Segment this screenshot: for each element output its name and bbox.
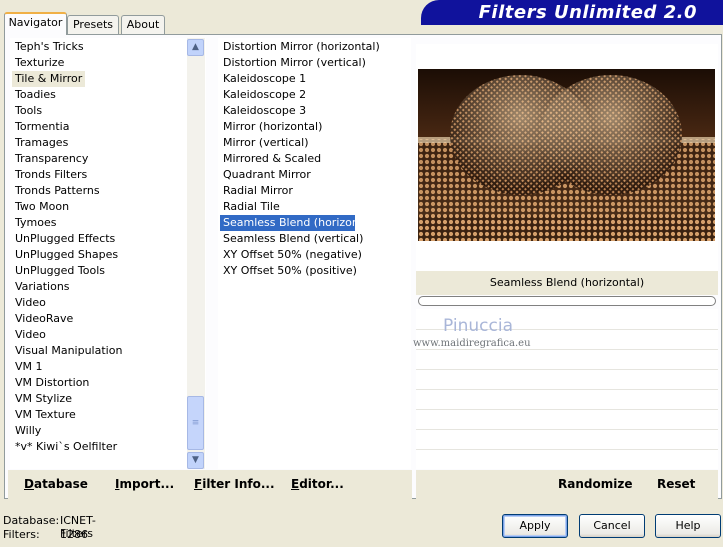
filter-item[interactable]: XY Offset 50% (positive) (220, 263, 360, 279)
help-button[interactable]: Help (655, 514, 721, 538)
control-row (416, 449, 718, 469)
randomize-button[interactable]: Randomize (558, 470, 632, 499)
filter-item[interactable]: XY Offset 50% (negative) (220, 247, 365, 263)
category-item[interactable]: UnPlugged Shapes (12, 247, 121, 263)
scroll-down-button[interactable]: ▼ (187, 452, 204, 469)
category-item[interactable]: VM 1 (12, 359, 46, 375)
database-info: Database: ICNET-Filters (3, 514, 96, 540)
filter-item[interactable]: Seamless Blend (vertical) (220, 231, 366, 247)
category-item[interactable]: Video (12, 295, 49, 311)
category-item[interactable]: VM Texture (12, 407, 79, 423)
preview-filter-name: Seamless Blend (horizontal) (416, 271, 718, 295)
control-row (416, 349, 718, 369)
scroll-up-button[interactable]: ▲ (187, 39, 204, 56)
filter-list[interactable]: Distortion Mirror (horizontal) Distortion… (218, 38, 411, 469)
category-item[interactable]: VM Distortion (12, 375, 92, 391)
category-list[interactable]: Teph's Tricks Texturize Tile & Mirror Toadi… (10, 38, 206, 469)
filter-item[interactable]: Radial Mirror (220, 183, 296, 199)
category-item[interactable]: Tronds Patterns (12, 183, 103, 199)
database-button[interactable]: Database (24, 470, 88, 499)
database-label: Database: (3, 514, 60, 527)
filter-item[interactable]: Quadrant Mirror (220, 167, 314, 183)
category-item[interactable]: Tormentia (12, 119, 72, 135)
filter-item[interactable]: Kaleidoscope 2 (220, 87, 309, 103)
category-item[interactable]: Tile & Mirror (12, 71, 86, 87)
category-item[interactable]: VideoRave (12, 311, 76, 327)
preview-image (418, 69, 715, 241)
app-title: Filters Unlimited 2.0 (478, 2, 697, 23)
category-item[interactable]: Two Moon (12, 199, 72, 215)
title-banner: Filters Unlimited 2.0 (421, 0, 723, 25)
cancel-button[interactable]: Cancel (579, 514, 645, 538)
filter-item[interactable]: Seamless Blend (horizontal) (220, 215, 377, 231)
category-item[interactable]: Tronds Filters (12, 167, 90, 183)
category-item[interactable]: Video (12, 327, 49, 343)
filters-info: Filters: 1286 (3, 528, 88, 541)
tab-navigator[interactable]: Navigator (4, 12, 67, 35)
tab-about[interactable]: About (121, 15, 165, 34)
tab-presets[interactable]: Presets (67, 15, 119, 34)
category-scrollbar[interactable]: ▲ ≡ ▼ (187, 38, 205, 469)
progress-bar (418, 296, 716, 306)
apply-button[interactable]: Apply (502, 514, 568, 538)
category-item[interactable]: Willy (12, 423, 44, 439)
control-row (416, 389, 718, 409)
filter-item[interactable]: Mirror (vertical) (220, 135, 312, 151)
watermark-name: Pinuccia (443, 316, 513, 336)
category-item[interactable]: Tools (12, 103, 45, 119)
category-item[interactable]: UnPlugged Effects (12, 231, 118, 247)
category-item[interactable]: Variations (12, 279, 73, 295)
category-item[interactable]: UnPlugged Tools (12, 263, 108, 279)
control-row (416, 369, 718, 389)
left-toolbar: Database Import... Filter Info... Editor… (8, 470, 412, 499)
filters-count: 1286 (60, 528, 88, 541)
filter-item[interactable]: Mirror (horizontal) (220, 119, 325, 135)
filter-item[interactable]: Distortion Mirror (horizontal) (220, 39, 383, 55)
category-item[interactable]: Texturize (12, 55, 67, 71)
reset-button[interactable]: Reset (657, 470, 695, 499)
control-row (416, 429, 718, 449)
category-item[interactable]: Tramages (12, 135, 71, 151)
editor-button[interactable]: Editor... (291, 470, 344, 499)
filter-item[interactable]: Distortion Mirror (vertical) (220, 55, 369, 71)
filter-item[interactable]: Kaleidoscope 3 (220, 103, 309, 119)
scroll-thumb[interactable]: ≡ (187, 396, 204, 450)
preview-area (416, 44, 718, 271)
filter-info-button[interactable]: Filter Info... (194, 470, 275, 499)
category-item[interactable]: *v* Kiwi`s Oelfilter (12, 439, 120, 455)
category-item[interactable]: Tymoes (12, 215, 59, 231)
filters-label: Filters: (3, 528, 40, 541)
category-item[interactable]: Transparency (12, 151, 91, 167)
filter-item[interactable]: Radial Tile (220, 199, 283, 215)
category-item[interactable]: Toadies (12, 87, 59, 103)
category-item[interactable]: Visual Manipulation (12, 343, 125, 359)
filter-item[interactable]: Kaleidoscope 1 (220, 71, 309, 87)
category-item[interactable]: VM Stylize (12, 391, 75, 407)
right-toolbar: Randomize Reset (416, 470, 718, 499)
import-button[interactable]: Import... (115, 470, 174, 499)
control-row (416, 409, 718, 429)
watermark-url: www.maidiregrafica.eu (413, 338, 531, 349)
category-item[interactable]: Teph's Tricks (12, 39, 87, 55)
filter-item[interactable]: Mirrored & Scaled (220, 151, 324, 167)
